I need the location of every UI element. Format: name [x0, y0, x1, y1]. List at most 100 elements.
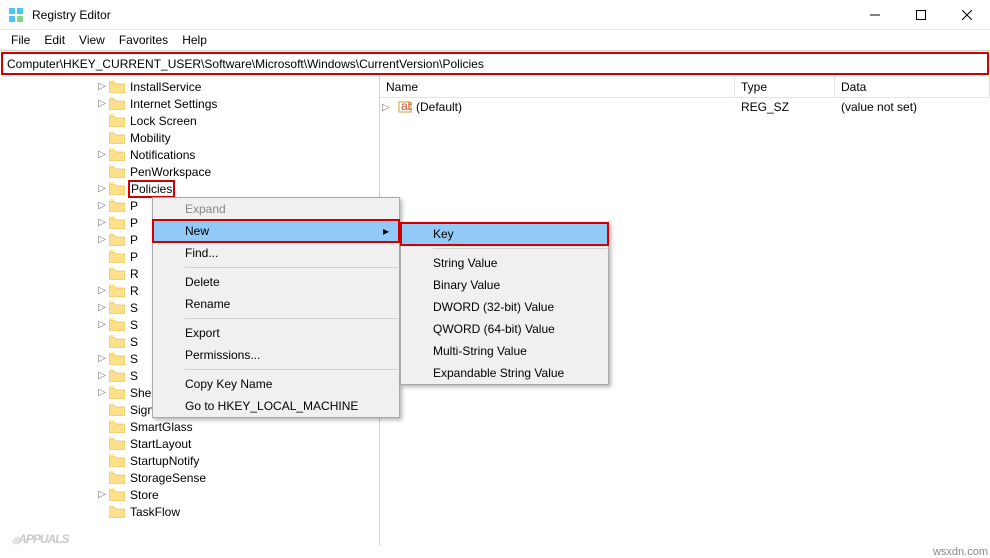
folder-icon [109, 301, 125, 315]
expand-icon[interactable]: ▷ [95, 285, 109, 296]
expand-icon[interactable]: ▷ [95, 81, 109, 92]
expand-icon[interactable]: ▷ [95, 234, 109, 245]
menu-item[interactable]: String Value [401, 252, 608, 274]
tree-label: P [128, 199, 140, 213]
menu-item-label: Find... [185, 246, 218, 260]
col-data[interactable]: Data [835, 76, 990, 97]
menu-item[interactable]: QWORD (64-bit) Value [401, 318, 608, 340]
expand-icon[interactable]: ▷ [95, 370, 109, 381]
tree-label: Policies [128, 180, 175, 198]
tree-item[interactable]: Mobility [0, 129, 379, 146]
tree-item[interactable]: Lock Screen [0, 112, 379, 129]
address-text: Computer\HKEY_CURRENT_USER\Software\Micr… [7, 57, 484, 71]
tree-label: S [128, 318, 140, 332]
column-headers: Name Type Data [380, 76, 990, 98]
tree-label: Internet Settings [128, 97, 219, 111]
menu-item[interactable]: Find... [153, 242, 399, 264]
menu-item[interactable]: Export [153, 322, 399, 344]
folder-icon [109, 335, 125, 349]
menubar: File Edit View Favorites Help [0, 30, 990, 51]
menu-item: Expand [153, 198, 399, 220]
col-type[interactable]: Type [735, 76, 835, 97]
expand-icon[interactable]: ▷ [382, 102, 390, 113]
menu-item-label: Copy Key Name [185, 377, 272, 391]
menu-item-label: Rename [185, 297, 230, 311]
menu-item-label: Permissions... [185, 348, 260, 362]
minimize-button[interactable] [852, 0, 898, 30]
menu-item[interactable]: Binary Value [401, 274, 608, 296]
tree-item[interactable]: ▷ Policies [0, 180, 379, 197]
tree-item[interactable]: StartupNotify [0, 452, 379, 469]
tree-label: TaskFlow [128, 505, 182, 519]
folder-icon [109, 267, 125, 281]
menu-item-label: String Value [433, 256, 497, 270]
value-name: (Default) [416, 100, 462, 114]
tree-label: Store [128, 488, 161, 502]
tree-item[interactable]: ▷ InstallService [0, 78, 379, 95]
menu-item-label: New [185, 224, 209, 238]
menu-item[interactable]: New▸ [153, 220, 399, 242]
menu-item[interactable]: Delete [153, 271, 399, 293]
menu-file[interactable]: File [4, 31, 37, 49]
tree-label: Lock Screen [128, 114, 199, 128]
tree-item[interactable]: StartLayout [0, 435, 379, 452]
menu-item[interactable]: Copy Key Name [153, 373, 399, 395]
tree-label: P [128, 250, 140, 264]
expand-icon[interactable]: ▷ [95, 200, 109, 211]
menu-item-label: Expandable String Value [433, 366, 564, 380]
tree-item[interactable]: SmartGlass [0, 418, 379, 435]
menu-item-label: QWORD (64-bit) Value [433, 322, 555, 336]
folder-icon [109, 284, 125, 298]
tree-item[interactable]: ▷Notifications [0, 146, 379, 163]
menu-help[interactable]: Help [175, 31, 214, 49]
maximize-button[interactable] [898, 0, 944, 30]
menu-item[interactable]: Multi-String Value [401, 340, 608, 362]
folder-icon [109, 369, 125, 383]
menu-item[interactable]: Expandable String Value [401, 362, 608, 384]
tree-item[interactable]: PenWorkspace [0, 163, 379, 180]
folder-icon [109, 216, 125, 230]
folder-icon [109, 97, 125, 111]
expand-icon[interactable]: ▷ [95, 319, 109, 330]
tree-label: InstallService [128, 80, 203, 94]
close-button[interactable] [944, 0, 990, 30]
col-name[interactable]: Name [380, 76, 735, 97]
menu-item[interactable]: Permissions... [153, 344, 399, 366]
folder-icon [109, 488, 125, 502]
menu-favorites[interactable]: Favorites [112, 31, 175, 49]
tree-item[interactable]: StorageSense [0, 469, 379, 486]
titlebar: Registry Editor [0, 0, 990, 30]
address-bar[interactable]: Computer\HKEY_CURRENT_USER\Software\Micr… [1, 52, 989, 75]
expand-icon[interactable]: ▷ [95, 149, 109, 160]
tree-label: StartLayout [128, 437, 193, 451]
folder-icon [109, 233, 125, 247]
folder-icon [109, 318, 125, 332]
tree-item[interactable]: ▷ Store [0, 486, 379, 503]
expand-icon[interactable]: ▷ [95, 302, 109, 313]
folder-icon [109, 250, 125, 264]
menu-view[interactable]: View [72, 31, 112, 49]
folder-icon [109, 114, 125, 128]
expand-icon[interactable]: ▷ [95, 98, 109, 109]
tree-item[interactable]: ▷ Internet Settings [0, 95, 379, 112]
folder-icon [109, 131, 125, 145]
context-submenu-new: Key String Value Binary ValueDWORD (32-bit… [400, 222, 609, 385]
menu-item[interactable]: Go to HKEY_LOCAL_MACHINE [153, 395, 399, 417]
expand-icon[interactable]: ▷ [95, 387, 109, 398]
menu-item-label: Delete [185, 275, 220, 289]
folder-icon [109, 437, 125, 451]
expand-icon[interactable]: ▷ [95, 489, 109, 500]
tree-label: S [128, 335, 140, 349]
expand-icon[interactable]: ▷ [95, 217, 109, 228]
menu-item[interactable]: DWORD (32-bit) Value [401, 296, 608, 318]
value-data: (value not set) [835, 100, 990, 114]
expand-icon[interactable]: ▷ [95, 183, 109, 194]
menu-item[interactable]: Rename [153, 293, 399, 315]
folder-icon [109, 199, 125, 213]
tree-label: S [128, 301, 140, 315]
value-row[interactable]: ab (Default) REG_SZ (value not set) [380, 98, 990, 116]
menu-item-label: Expand [185, 202, 226, 216]
expand-icon[interactable]: ▷ [95, 353, 109, 364]
menu-edit[interactable]: Edit [37, 31, 72, 49]
menu-item[interactable]: Key [401, 223, 608, 245]
